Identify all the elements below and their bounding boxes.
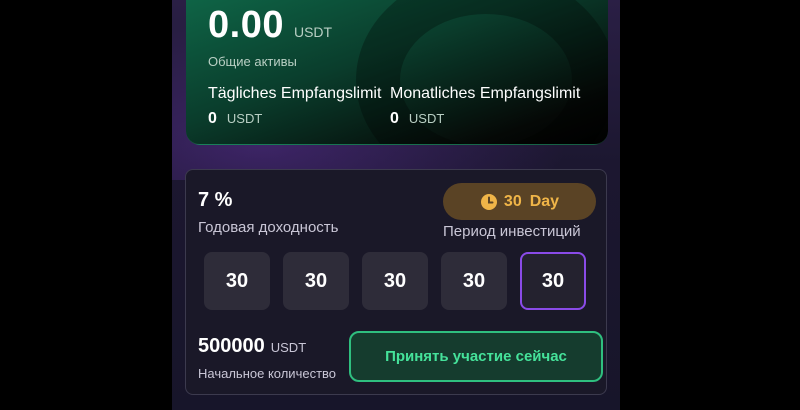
monthly-limit: 0 USDT [390, 110, 444, 128]
period-option[interactable]: 30 [283, 252, 349, 310]
initial-amount: 500000 USDT [198, 335, 306, 358]
period-option[interactable]: 30 [204, 252, 270, 310]
balance: 0.00 USDT [208, 4, 332, 47]
initial-amount-value: 500000 [198, 335, 265, 357]
period-value: 30 [503, 192, 522, 210]
daily-limit-value: 0 [208, 110, 217, 127]
period-option[interactable]: 30 [441, 252, 507, 310]
balance-unit: USDT [293, 24, 333, 40]
monthly-limit-value: 0 [390, 110, 399, 127]
period-option-selected[interactable]: 30 [520, 252, 586, 310]
initial-amount-unit: USDT [270, 340, 307, 355]
clock-icon [480, 193, 498, 211]
period-label: Период инвестиций [443, 223, 581, 240]
daily-limit-label: Tägliches Empfangslimit [208, 85, 382, 102]
period-unit: Day [529, 192, 560, 210]
balance-value: 0.00 [208, 4, 284, 46]
period-options: 30 30 30 30 30 [204, 252, 599, 310]
monthly-limit-label: Monatliches Empfangslimit [390, 85, 581, 102]
period-option[interactable]: 30 [362, 252, 428, 310]
investment-product-card: 7 % Годовая доходность 30 Day Период инв… [185, 169, 607, 395]
total-assets-label: Общие активы [208, 54, 297, 69]
annual-rate-label: Годовая доходность [198, 219, 339, 236]
initial-amount-label: Начальное количество [198, 366, 337, 381]
daily-limit: 0 USDT [208, 110, 262, 128]
period-badge: 30 Day [443, 183, 596, 220]
app-screen: 0.00 USDT Общие активы Tägliches Empfang… [172, 0, 620, 410]
monthly-limit-unit: USDT [408, 111, 445, 126]
join-now-button[interactable]: Принять участие сейчас [349, 331, 603, 382]
daily-limit-unit: USDT [226, 111, 263, 126]
annual-rate-value: 7 % [198, 189, 233, 211]
asset-card: 0.00 USDT Общие активы Tägliches Empfang… [186, 0, 608, 145]
